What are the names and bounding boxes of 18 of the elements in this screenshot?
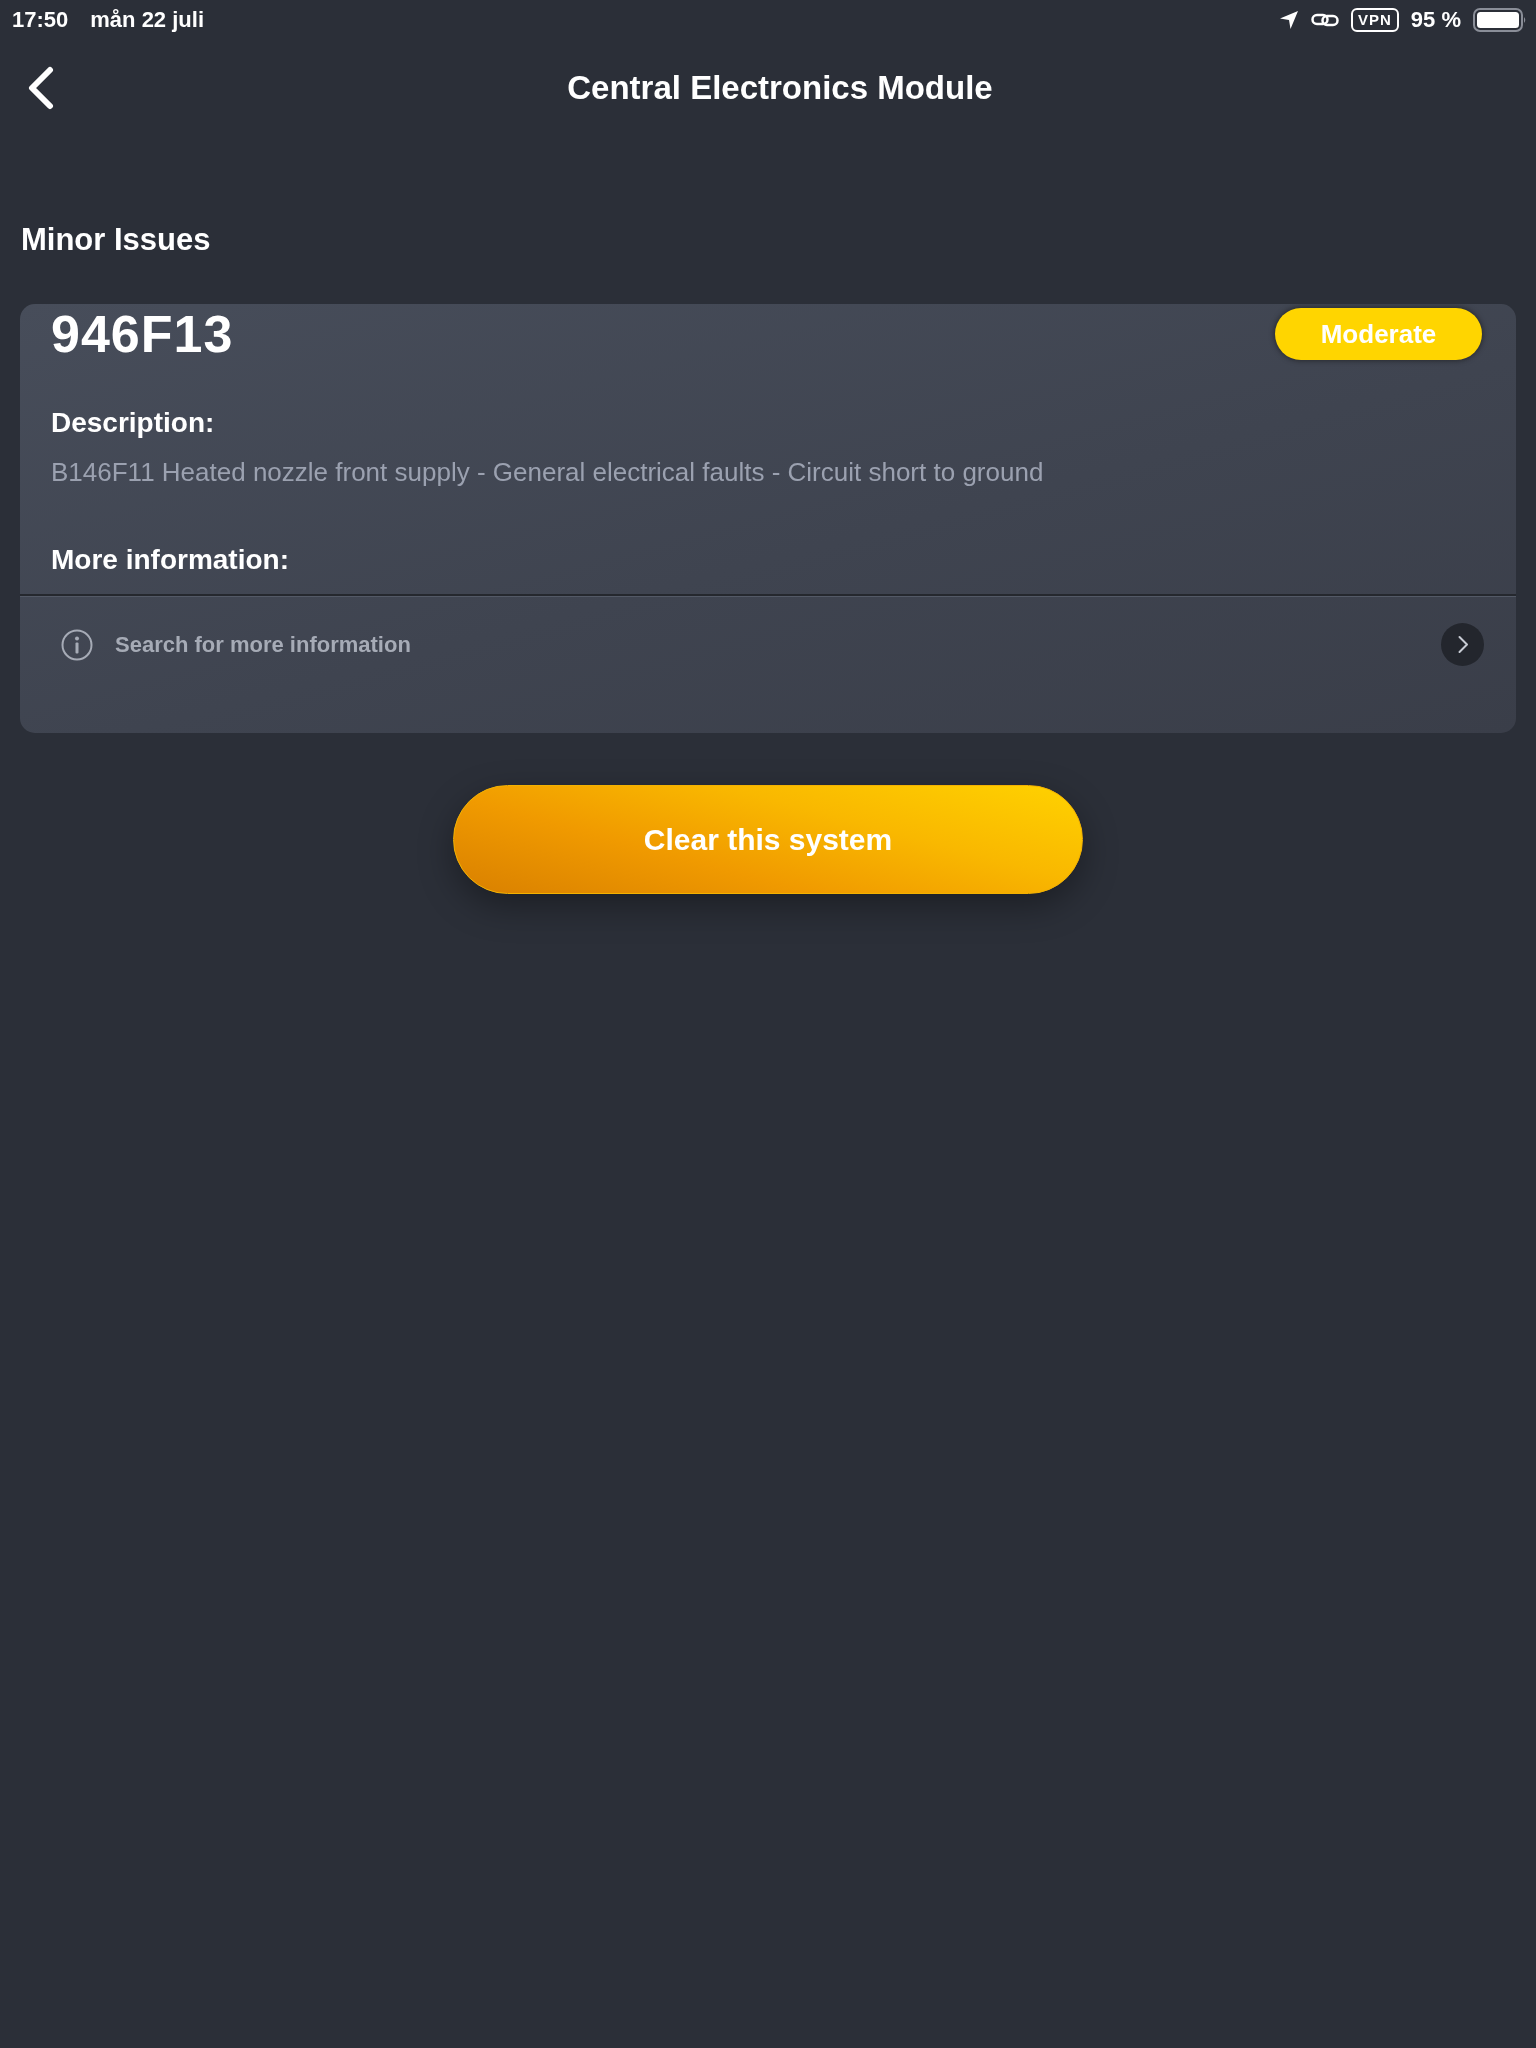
issue-code: 946F13 [51, 308, 234, 360]
search-info-link[interactable]: Search for more information [115, 629, 411, 660]
section-title: Minor Issues [21, 221, 211, 259]
more-information-label: More information: [51, 543, 289, 577]
battery-percent: 95 % [1410, 7, 1461, 33]
link-icon [1311, 11, 1339, 29]
battery-icon [1473, 8, 1527, 32]
location-arrow-icon [1279, 10, 1299, 30]
status-time: 17:50 [12, 7, 69, 33]
severity-badge: Moderate [1275, 308, 1482, 360]
description-label: Description: [51, 406, 215, 440]
info-icon [61, 628, 93, 661]
status-date: mån 22 juli [90, 7, 204, 33]
vpn-badge: VPN [1351, 8, 1399, 32]
description-text: B146F11 Heated nozzle front supply - General electrical faults - Circuit short to ground [51, 456, 1045, 489]
screen-title: Central Electronics Module [566, 69, 994, 107]
chevron-right-icon[interactable] [1441, 623, 1484, 666]
back-chevron-icon [27, 66, 55, 110]
